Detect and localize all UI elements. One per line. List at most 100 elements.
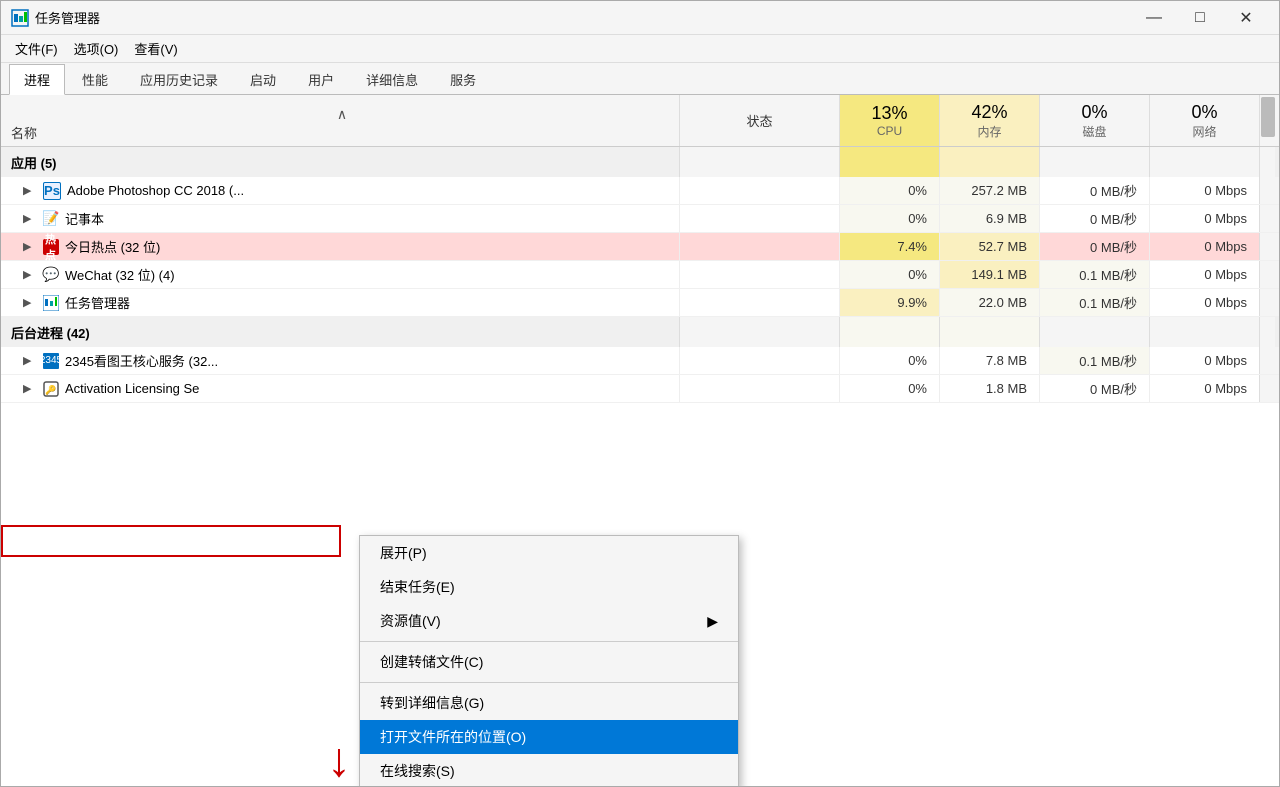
title-bar: 任务管理器 — □ ✕ [1, 1, 1279, 35]
row-activation-cpu: 0% [839, 375, 939, 402]
close-button[interactable]: ✕ [1223, 1, 1269, 35]
row-2345-status [679, 347, 839, 374]
section-bg-cpu [839, 317, 939, 347]
row-hotspot[interactable]: ▶ 热点 今日热点 (32 位) 7.4% 52.7 MB 0 MB/秒 0 M… [1, 233, 1279, 261]
section-bg-status [679, 317, 839, 347]
svg-text:🔑: 🔑 [45, 384, 56, 396]
row-wechat[interactable]: ▶ 💬 WeChat (32 位) (4) 0% 149.1 MB 0.1 MB… [1, 261, 1279, 289]
row-taskmanager-mem: 22.0 MB [939, 289, 1039, 316]
row-taskmanager-name: ▶ 任务管理器 [1, 289, 679, 316]
th-net[interactable]: 0% 网络 [1149, 95, 1259, 146]
th-status[interactable]: 状态 [679, 95, 839, 146]
th-disk[interactable]: 0% 磁盘 [1039, 95, 1149, 146]
row-2345-disk: 0.1 MB/秒 [1039, 347, 1149, 374]
minimize-button[interactable]: — [1131, 1, 1177, 35]
hotspot-label: 今日热点 (32 位) [65, 237, 160, 256]
th-name[interactable]: ∧ 名称 [1, 95, 679, 146]
section-bg-disk [1039, 317, 1149, 347]
row-2345-name: ▶ 2345 2345看图王核心服务 (32... [1, 347, 679, 374]
section-apps-header: 应用 (5) [1, 147, 1279, 177]
expand-icon[interactable]: ▶ [23, 240, 37, 253]
row-wechat-status [679, 261, 839, 288]
row-hotspot-disk: 0 MB/秒 [1039, 233, 1149, 260]
row-scroll [1259, 347, 1279, 374]
row-activation-mem: 1.8 MB [939, 375, 1039, 402]
row-activation-status [679, 375, 839, 402]
notepad-label: 记事本 [65, 209, 104, 228]
app-icon [11, 9, 29, 27]
taskmanager-icon [43, 295, 59, 311]
th-mem[interactable]: 42% 内存 [939, 95, 1039, 146]
th-net-label: 网络 [1192, 123, 1216, 140]
tab-users[interactable]: 用户 [293, 64, 349, 94]
row-2345-mem: 7.8 MB [939, 347, 1039, 374]
section-apps-mem [939, 147, 1039, 177]
expand-icon[interactable]: ▶ [23, 268, 37, 281]
row-2345-net: 0 Mbps [1149, 347, 1259, 374]
ctx-expand[interactable]: 展开(P) [360, 536, 738, 570]
expand-icon[interactable]: ▶ [23, 212, 37, 225]
row-photoshop[interactable]: ▶ Ps Adobe Photoshop CC 2018 (... 0% 257… [1, 177, 1279, 205]
expand-icon[interactable]: ▶ [23, 296, 37, 309]
task-manager-window: 任务管理器 — □ ✕ 文件(F) 选项(O) 查看(V) 进程 性能 应用历史… [0, 0, 1280, 787]
row-notepad-name: ▶ 📝 记事本 [1, 205, 679, 232]
ctx-end-task[interactable]: 结束任务(E) [360, 570, 738, 604]
row-notepad-status [679, 205, 839, 232]
tab-services[interactable]: 服务 [435, 64, 491, 94]
red-arrow-indicator: ↓ [327, 733, 351, 786]
section-bg-mem [939, 317, 1039, 347]
row-hotspot-name: ▶ 热点 今日热点 (32 位) [1, 233, 679, 260]
section-apps-status [679, 147, 839, 177]
row-activation[interactable]: ▶ 🔑 Activation Licensing Se 0% 1.8 MB 0 … [1, 375, 1279, 403]
th-cpu[interactable]: 13% CPU [839, 95, 939, 146]
wechat-label: WeChat (32 位) (4) [65, 265, 175, 284]
row-activation-net: 0 Mbps [1149, 375, 1259, 402]
row-scroll [1259, 205, 1279, 232]
tab-startup[interactable]: 启动 [235, 64, 291, 94]
ctx-resource-values[interactable]: 资源值(V) ▶ [360, 604, 738, 638]
submenu-arrow: ▶ [707, 613, 718, 630]
th-disk-pct: 0% [1081, 102, 1107, 123]
menu-view[interactable]: 查看(V) [126, 36, 185, 61]
tab-details[interactable]: 详细信息 [351, 64, 433, 94]
row-scroll [1259, 375, 1279, 402]
row-wechat-mem: 149.1 MB [939, 261, 1039, 288]
tab-processes[interactable]: 进程 [9, 64, 65, 95]
row-photoshop-mem: 257.2 MB [939, 177, 1039, 204]
row-wechat-name: ▶ 💬 WeChat (32 位) (4) [1, 261, 679, 288]
tab-app-history[interactable]: 应用历史记录 [125, 64, 233, 94]
row-wechat-disk: 0.1 MB/秒 [1039, 261, 1149, 288]
row-notepad-cpu: 0% [839, 205, 939, 232]
tab-performance[interactable]: 性能 [67, 64, 123, 94]
tab-bar: 进程 性能 应用历史记录 启动 用户 详细信息 服务 [1, 63, 1279, 95]
ctx-open-location[interactable]: 打开文件所在的位置(O) [360, 720, 738, 754]
section-bg-scroll [1259, 317, 1275, 347]
expand-icon[interactable]: ▶ [23, 382, 37, 395]
row-activation-disk: 0 MB/秒 [1039, 375, 1149, 402]
row-2345-cpu: 0% [839, 347, 939, 374]
expand-icon[interactable]: ▶ [23, 184, 37, 197]
row-photoshop-disk: 0 MB/秒 [1039, 177, 1149, 204]
ctx-online-search[interactable]: 在线搜索(S) [360, 754, 738, 786]
restore-button[interactable]: □ [1177, 1, 1223, 35]
row-wechat-net: 0 Mbps [1149, 261, 1259, 288]
row-wechat-cpu: 0% [839, 261, 939, 288]
scrollbar-track[interactable] [1259, 95, 1275, 146]
section-bg-label: 后台进程 (42) [1, 317, 679, 347]
row-notepad[interactable]: ▶ 📝 记事本 0% 6.9 MB 0 MB/秒 0 Mbps [1, 205, 1279, 233]
row-photoshop-status [679, 177, 839, 204]
menu-file[interactable]: 文件(F) [7, 36, 66, 61]
photoshop-label: Adobe Photoshop CC 2018 (... [67, 183, 244, 198]
row-photoshop-net: 0 Mbps [1149, 177, 1259, 204]
menu-options[interactable]: 选项(O) [66, 36, 127, 61]
row-taskmanager-disk: 0.1 MB/秒 [1039, 289, 1149, 316]
ctx-create-dump[interactable]: 创建转储文件(C) [360, 645, 738, 679]
ctx-goto-details[interactable]: 转到详细信息(G) [360, 686, 738, 720]
row-taskmanager-cpu: 9.9% [839, 289, 939, 316]
row-taskmanager[interactable]: ▶ 任务管理器 9.9% 22.0 MB [1, 289, 1279, 317]
row-2345[interactable]: ▶ 2345 2345看图王核心服务 (32... 0% 7.8 MB 0.1 … [1, 347, 1279, 375]
expand-icon[interactable]: ▶ [23, 354, 37, 367]
th-net-pct: 0% [1191, 102, 1217, 123]
wechat-icon: 💬 [43, 267, 59, 283]
row-notepad-disk: 0 MB/秒 [1039, 205, 1149, 232]
